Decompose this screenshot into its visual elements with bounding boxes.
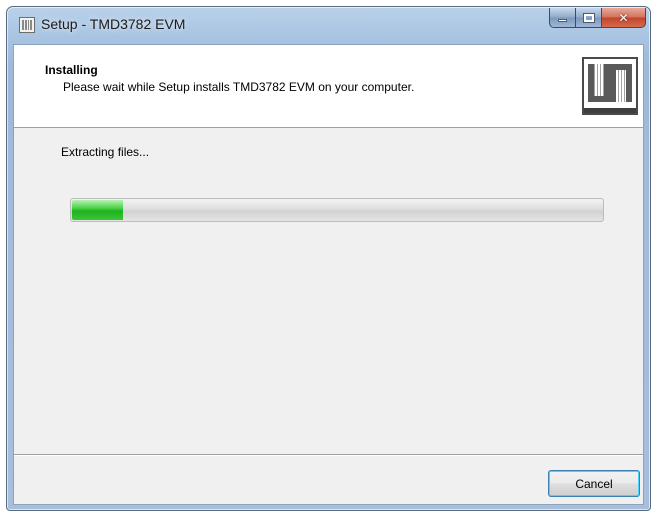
wizard-body: Installing Please wait while Setup insta… xyxy=(13,44,644,505)
maximize-icon xyxy=(582,12,595,23)
page-title: Installing xyxy=(45,63,98,77)
progress-bar xyxy=(70,198,604,222)
close-button[interactable]: ✕ xyxy=(602,8,646,28)
footer-divider xyxy=(14,454,643,456)
caption-buttons: ✕ xyxy=(549,8,646,28)
window-title: Setup - TMD3782 EVM xyxy=(41,16,186,32)
progress-fill xyxy=(72,200,124,220)
maximize-button[interactable] xyxy=(576,8,602,28)
setup-window: Setup - TMD3782 EVM ✕ Installing Please … xyxy=(6,6,651,511)
status-text: Extracting files... xyxy=(61,145,150,159)
close-icon: ✕ xyxy=(618,10,629,25)
minimize-icon xyxy=(558,19,567,22)
installer-logo-icon[interactable] xyxy=(19,17,35,33)
minimize-button[interactable] xyxy=(549,8,576,28)
title-bar[interactable]: Setup - TMD3782 EVM ✕ xyxy=(7,7,650,45)
wizard-header: Installing Please wait while Setup insta… xyxy=(14,45,643,128)
cancel-button[interactable]: Cancel xyxy=(548,470,640,497)
page-subtitle: Please wait while Setup installs TMD3782… xyxy=(63,80,415,94)
installer-logo xyxy=(582,57,638,115)
